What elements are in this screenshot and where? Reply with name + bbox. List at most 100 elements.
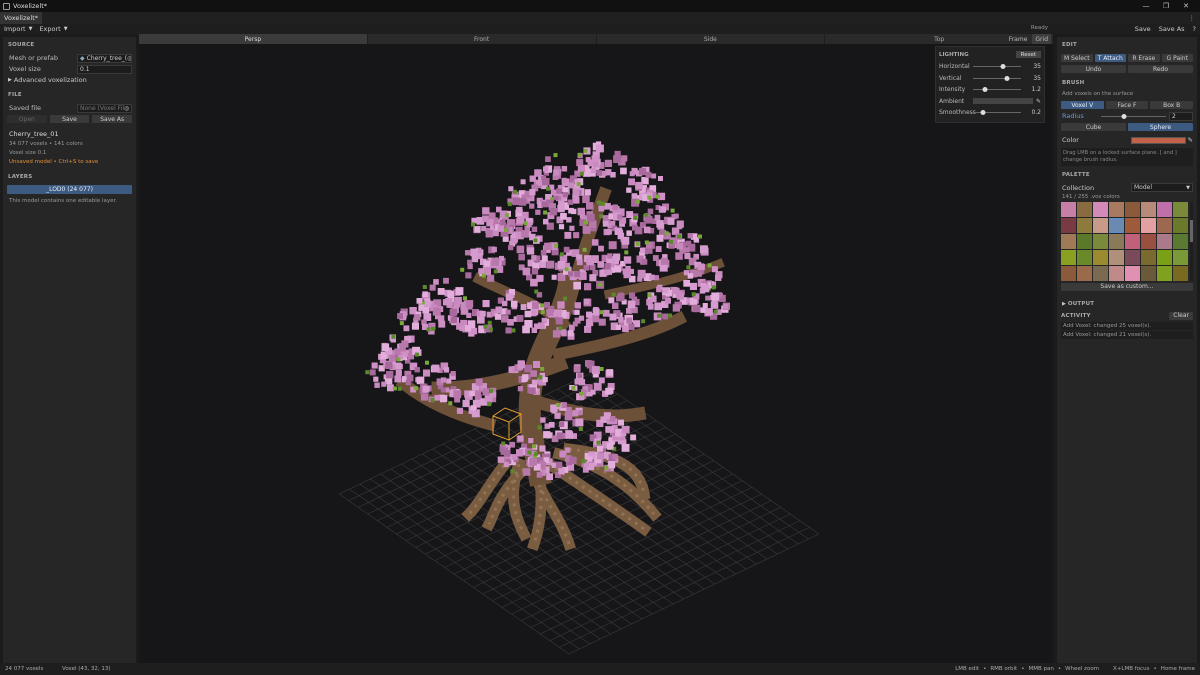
color-label: Color [1062, 136, 1079, 144]
palette-swatch[interactable] [1093, 249, 1108, 265]
collection-select[interactable]: Model ▼ [1131, 183, 1193, 192]
palette-swatch[interactable] [1141, 249, 1156, 265]
cube-shape-button[interactable]: Cube [1061, 123, 1126, 131]
import-menu[interactable]: Import ▼ [0, 25, 35, 33]
palette-swatch[interactable] [1173, 217, 1188, 233]
vertical-slider[interactable] [973, 74, 1021, 82]
palette-swatch[interactable] [1077, 249, 1092, 265]
tab-front[interactable]: Front [368, 34, 597, 44]
mesh-field[interactable]: ◆ Cherry_tree_( ◎ [77, 53, 132, 63]
viewport[interactable]: Persp Front Side Top Frame Grid LIGHTING… [139, 34, 1053, 663]
target-icon[interactable]: ◎ [127, 55, 131, 62]
ambient-color-field[interactable] [973, 98, 1033, 105]
undo-button[interactable]: Undo [1061, 65, 1126, 73]
saved-file-field[interactable]: None (Voxel Fil ◎ [77, 103, 132, 113]
select-tool-button[interactable]: M Select [1061, 54, 1093, 62]
reset-lighting-button[interactable]: Reset [1015, 51, 1041, 58]
paint-tool-button[interactable]: G Paint [1161, 54, 1193, 62]
face-brush-button[interactable]: Face F [1105, 101, 1149, 109]
vertical-value: 35 [1033, 74, 1041, 82]
palette-swatch[interactable] [1061, 249, 1076, 265]
intensity-label: Intensity [939, 86, 966, 94]
layer-note: This model contains one editable layer. [9, 198, 117, 204]
open-button[interactable]: Open [7, 115, 47, 123]
save-file-button[interactable]: Save [49, 115, 90, 123]
palette-swatch[interactable] [1141, 201, 1156, 217]
palette-swatch[interactable] [1141, 233, 1156, 249]
tab-side[interactable]: Side [597, 34, 826, 44]
palette-scrollbar[interactable] [1190, 201, 1193, 281]
horizontal-slider[interactable] [973, 63, 1021, 71]
help-button[interactable]: ? [1193, 25, 1196, 33]
palette-swatch[interactable] [1141, 265, 1156, 281]
erase-tool-button[interactable]: R Erase [1128, 54, 1160, 62]
grid-toggle[interactable]: Grid [1032, 34, 1051, 44]
palette-swatch[interactable] [1093, 217, 1108, 233]
output-section-title: OUTPUT [1067, 300, 1095, 307]
palette-swatch[interactable] [1125, 249, 1140, 265]
maximize-icon[interactable]: ❐ [1156, 0, 1176, 12]
palette-swatch[interactable] [1125, 201, 1140, 217]
close-icon[interactable]: ✕ [1176, 0, 1196, 12]
brush-color-swatch[interactable] [1131, 136, 1186, 144]
palette-swatch[interactable] [1157, 217, 1172, 233]
palette-swatch[interactable] [1077, 265, 1092, 281]
palette-swatch[interactable] [1125, 217, 1140, 233]
intensity-slider[interactable] [973, 86, 1021, 94]
palette-swatch[interactable] [1109, 217, 1124, 233]
palette-swatch[interactable] [1173, 201, 1188, 217]
palette-swatch[interactable] [1109, 265, 1124, 281]
palette-swatch[interactable] [1109, 233, 1124, 249]
palette-swatch[interactable] [1173, 249, 1188, 265]
save-as-file-button[interactable]: Save As [92, 115, 133, 123]
box-brush-button[interactable]: Box B [1150, 101, 1194, 109]
palette-swatch[interactable] [1093, 201, 1108, 217]
save-as-custom-button[interactable]: Save as custom... [1061, 282, 1193, 291]
redo-button[interactable]: Redo [1128, 65, 1193, 73]
palette-swatch[interactable] [1157, 265, 1172, 281]
palette-swatch[interactable] [1077, 217, 1092, 233]
palette-swatch[interactable] [1061, 201, 1076, 217]
palette-swatch[interactable] [1093, 265, 1108, 281]
palette-swatch[interactable] [1077, 201, 1092, 217]
smoothness-slider[interactable] [973, 109, 1021, 117]
frame-button[interactable]: Frame [1006, 34, 1031, 44]
palette-swatch[interactable] [1125, 265, 1140, 281]
layer-item[interactable]: _LOD0 (24 077) [7, 185, 132, 194]
palette-swatch[interactable] [1125, 233, 1140, 249]
radius-field[interactable]: 2 [1169, 111, 1193, 121]
voxel-size-field[interactable]: 0.1 [77, 64, 132, 74]
palette-swatch[interactable] [1093, 233, 1108, 249]
minimize-icon[interactable]: — [1136, 0, 1156, 12]
save-button[interactable]: Save [1135, 25, 1151, 33]
eyedropper-icon[interactable]: ✎ [1036, 98, 1041, 105]
palette-swatch[interactable] [1173, 233, 1188, 249]
output-section-toggle[interactable]: ▶ OUTPUT [1061, 299, 1193, 309]
palette-swatch[interactable] [1173, 265, 1188, 281]
sphere-shape-button[interactable]: Sphere [1128, 123, 1193, 131]
color-palette[interactable] [1061, 201, 1188, 281]
radius-slider[interactable] [1101, 112, 1166, 120]
target-icon[interactable]: ◎ [124, 105, 129, 112]
palette-swatch[interactable] [1141, 217, 1156, 233]
clear-activity-button[interactable]: Clear [1169, 311, 1193, 320]
palette-swatch[interactable] [1109, 249, 1124, 265]
more-options-icon[interactable]: ⋮ [1189, 12, 1196, 24]
palette-swatch[interactable] [1061, 217, 1076, 233]
palette-swatch[interactable] [1157, 233, 1172, 249]
attach-tool-button[interactable]: T Attach [1094, 54, 1126, 62]
tab-persp[interactable]: Persp [139, 34, 368, 44]
document-tab[interactable]: Voxelizelt* [0, 12, 42, 24]
export-menu[interactable]: Export ▼ [35, 25, 70, 33]
palette-swatch[interactable] [1157, 201, 1172, 217]
palette-swatch[interactable] [1061, 233, 1076, 249]
voxel-brush-button[interactable]: Voxel V [1061, 101, 1104, 109]
palette-swatch[interactable] [1077, 233, 1092, 249]
save-as-button[interactable]: Save As [1159, 25, 1185, 33]
advanced-voxelization-toggle[interactable]: ▶ Advanced voxelization [7, 75, 132, 85]
palette-swatch[interactable] [1061, 265, 1076, 281]
palette-swatch[interactable] [1109, 201, 1124, 217]
palette-swatch[interactable] [1157, 249, 1172, 265]
voxel-scene[interactable] [139, 44, 1053, 663]
eyedropper-icon[interactable]: ✎ [1188, 136, 1193, 144]
